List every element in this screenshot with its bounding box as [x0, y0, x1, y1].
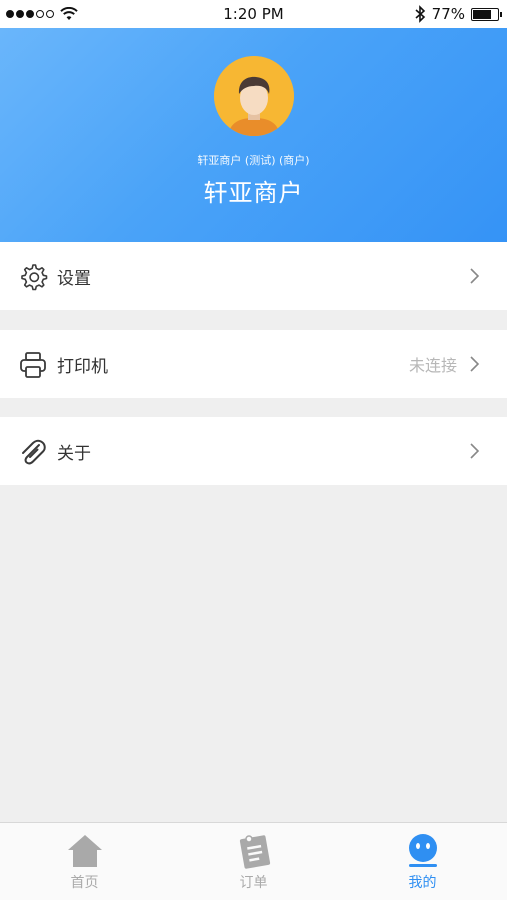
chevron-right-icon: [470, 356, 480, 372]
chevron-right-icon: [470, 268, 480, 284]
app-screen: 1:20 PM 77% 轩亚商户 (测试) (商户) 轩亚商户 设置 打印机 未…: [0, 0, 507, 900]
tab-orders[interactable]: 订单: [169, 823, 338, 900]
tab-mine[interactable]: 我的: [338, 823, 507, 900]
account-subtitle: 轩亚商户 (测试) (商户): [197, 154, 310, 167]
battery-percent: 77%: [431, 5, 465, 23]
tab-orders-label: 订单: [239, 875, 268, 891]
battery-icon: [471, 7, 502, 21]
about-row[interactable]: 关于: [0, 417, 507, 485]
tab-bar: 首页 订单 我的: [0, 822, 507, 900]
profile-header: 轩亚商户 (测试) (商户) 轩亚商户: [0, 28, 507, 242]
home-icon: [68, 835, 102, 867]
paperclip-icon: [22, 439, 46, 465]
order-icon: [239, 835, 271, 869]
chevron-right-icon: [470, 443, 480, 459]
account-name: 轩亚商户: [203, 179, 304, 207]
printer-icon: [20, 352, 46, 378]
about-label: 关于: [57, 443, 91, 464]
user-avatar-icon[interactable]: [214, 56, 294, 136]
bluetooth-icon: [415, 5, 425, 23]
settings-row[interactable]: 设置: [0, 242, 507, 310]
tab-home[interactable]: 首页: [0, 823, 169, 900]
tab-home-label: 首页: [70, 875, 99, 891]
profile-face-icon: [409, 834, 437, 867]
gear-icon: [21, 264, 48, 291]
status-right: 77%: [414, 0, 502, 28]
settings-label: 设置: [57, 268, 91, 289]
tab-mine-label: 我的: [408, 875, 437, 891]
battery-fill: [473, 9, 491, 19]
status-bar: 1:20 PM 77%: [0, 0, 507, 28]
printer-status: 未连接: [408, 356, 457, 375]
printer-row[interactable]: 打印机 未连接: [0, 330, 507, 398]
printer-label: 打印机: [57, 356, 108, 377]
